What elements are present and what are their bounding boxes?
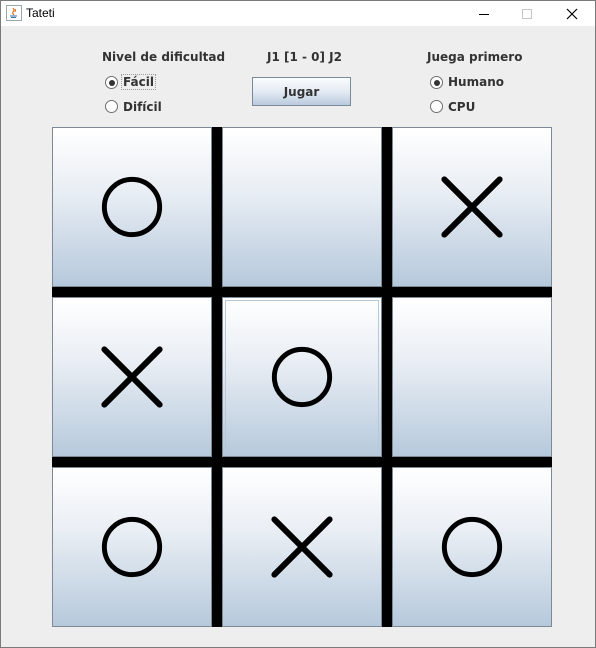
first-player-human-label[interactable]: Humano <box>448 75 504 89</box>
difficulty-easy-label[interactable]: Fácil <box>121 74 156 90</box>
board-cell-0-0[interactable] <box>52 127 212 287</box>
x-mark-icon <box>101 346 163 408</box>
close-button[interactable] <box>549 1 595 26</box>
o-mark-icon <box>271 346 333 408</box>
empty-cell-icon <box>393 298 551 456</box>
board-cell-2-2[interactable] <box>392 467 552 627</box>
game-window: Tateti Nivel de dificultad Fácil Difícil… <box>0 0 596 648</box>
java-icon <box>6 5 22 21</box>
maximize-icon <box>522 8 532 19</box>
window-title: Tateti <box>26 6 55 20</box>
score-label: J1 [1 - 0] J2 <box>267 50 342 64</box>
difficulty-hard-label[interactable]: Difícil <box>123 100 162 114</box>
board-cell-2-1[interactable] <box>222 467 382 627</box>
difficulty-hard-radio[interactable] <box>105 100 118 113</box>
x-mark-icon <box>441 176 503 238</box>
o-mark-icon <box>101 176 163 238</box>
play-button[interactable]: Jugar <box>252 77 351 106</box>
o-mark-icon <box>441 516 503 578</box>
first-player-cpu-radio[interactable] <box>430 100 443 113</box>
first-player-cpu-label[interactable]: CPU <box>448 100 475 114</box>
minimize-button[interactable] <box>461 1 507 26</box>
difficulty-easy-radio[interactable] <box>105 76 118 89</box>
o-mark-icon <box>101 516 163 578</box>
game-board <box>52 127 552 627</box>
minimize-icon <box>479 13 489 15</box>
empty-cell-icon <box>223 128 381 286</box>
board-cell-0-1[interactable] <box>222 127 382 287</box>
x-mark-icon <box>271 516 333 578</box>
difficulty-label: Nivel de dificultad <box>102 50 226 64</box>
board-cell-1-2[interactable] <box>392 297 552 457</box>
board-cell-2-0[interactable] <box>52 467 212 627</box>
board-cell-0-2[interactable] <box>392 127 552 287</box>
board-cell-1-1[interactable] <box>222 297 382 457</box>
title-bar: Tateti <box>1 1 595 26</box>
board-cell-1-0[interactable] <box>52 297 212 457</box>
first-player-human-radio[interactable] <box>430 76 443 89</box>
maximize-button[interactable] <box>504 1 550 26</box>
close-icon <box>566 8 578 19</box>
first-player-label: Juega primero <box>427 50 523 64</box>
